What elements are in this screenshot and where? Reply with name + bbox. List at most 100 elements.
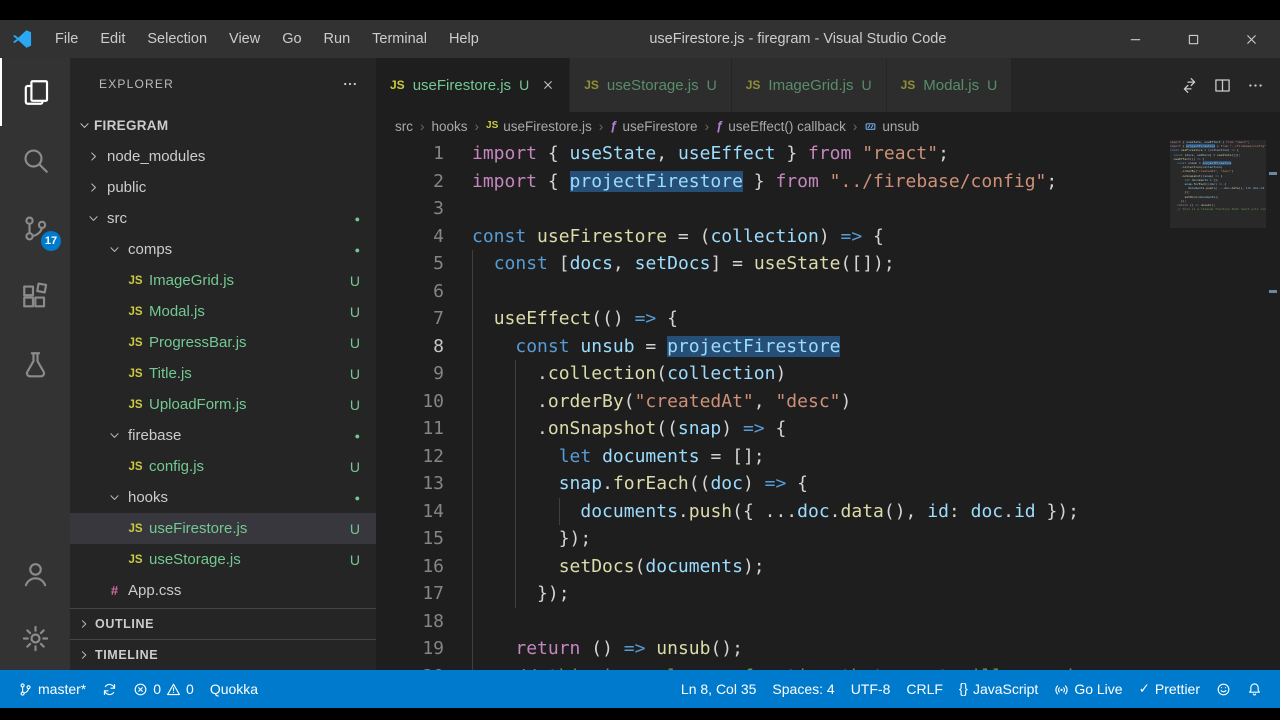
line-number[interactable]: 12 xyxy=(376,443,472,471)
tree-item-src[interactable]: src● xyxy=(70,203,376,234)
code-line-1[interactable]: 1import { useState, useEffect } from "re… xyxy=(376,140,1170,168)
line-number[interactable]: 10 xyxy=(376,388,472,416)
status-indentation[interactable]: Spaces: 4 xyxy=(764,670,842,708)
section-timeline[interactable]: TIMELINE xyxy=(70,639,376,670)
status-sync[interactable] xyxy=(94,670,125,708)
tree-item-config-js[interactable]: JSconfig.jsU xyxy=(70,451,376,482)
status-language-mode[interactable]: {}JavaScript xyxy=(951,670,1046,708)
status-quokka[interactable]: Quokka xyxy=(202,670,266,708)
code-line-4[interactable]: 4const useFirestore = (collection) => { xyxy=(376,223,1170,251)
menu-edit[interactable]: Edit xyxy=(89,31,136,47)
menu-selection[interactable]: Selection xyxy=(136,31,218,47)
line-number[interactable]: 14 xyxy=(376,498,472,526)
activity-extensions[interactable] xyxy=(0,262,70,330)
tree-item-public[interactable]: public xyxy=(70,172,376,203)
activity-source-control[interactable]: 17 xyxy=(0,194,70,262)
more-actions-icon[interactable] xyxy=(1247,77,1264,94)
code-line-7[interactable]: 7 useEffect(() => { xyxy=(376,305,1170,333)
code-line-18[interactable]: 18 xyxy=(376,608,1170,636)
status-problems[interactable]: 00 xyxy=(125,670,202,708)
line-number[interactable]: 5 xyxy=(376,250,472,278)
line-number[interactable]: 20 xyxy=(376,663,472,671)
breadcrumb-item[interactable]: ƒuseEffect() callback xyxy=(716,119,846,134)
tree-item-comps[interactable]: comps● xyxy=(70,234,376,265)
menu-file[interactable]: File xyxy=(44,31,89,47)
menu-run[interactable]: Run xyxy=(313,31,362,47)
minimap[interactable]: import { useState, useEffect } from "rea… xyxy=(1170,140,1266,670)
tree-item-node-modules[interactable]: node_modules xyxy=(70,141,376,172)
tree-item-app-css[interactable]: #App.css xyxy=(70,575,376,606)
line-number[interactable]: 3 xyxy=(376,195,472,223)
code-line-20[interactable]: 20 // this is a cleanup function that re… xyxy=(376,663,1170,671)
code-line-14[interactable]: 14 documents.push({ ...doc.data(), id: d… xyxy=(376,498,1170,526)
line-number[interactable]: 15 xyxy=(376,525,472,553)
code-line-6[interactable]: 6 xyxy=(376,278,1170,306)
code-line-8[interactable]: 8 const unsub = projectFirestore xyxy=(376,333,1170,361)
tree-item-modal-js[interactable]: JSModal.jsU xyxy=(70,296,376,327)
code-line-13[interactable]: 13 snap.forEach((doc) => { xyxy=(376,470,1170,498)
tab-usestorage-js[interactable]: JSuseStorage.jsU xyxy=(570,58,731,112)
code-line-12[interactable]: 12 let documents = []; xyxy=(376,443,1170,471)
tab-modal-js[interactable]: JSModal.jsU xyxy=(887,58,1012,112)
open-changes-icon[interactable] xyxy=(1181,77,1198,94)
breadcrumb-item[interactable]: hooks xyxy=(432,119,468,134)
editor-scrollbar[interactable] xyxy=(1266,140,1280,670)
more-actions-icon[interactable] xyxy=(342,76,358,92)
breadcrumb-item[interactable]: unsub xyxy=(864,119,919,134)
line-number[interactable]: 13 xyxy=(376,470,472,498)
line-number[interactable]: 1 xyxy=(376,140,472,168)
line-number[interactable]: 19 xyxy=(376,635,472,663)
close-button[interactable] xyxy=(1222,20,1280,58)
breadcrumb-item[interactable]: ƒuseFirestore xyxy=(610,119,697,134)
code-line-19[interactable]: 19 return () => unsub(); xyxy=(376,635,1170,663)
menu-terminal[interactable]: Terminal xyxy=(361,31,438,47)
line-number[interactable]: 11 xyxy=(376,415,472,443)
menu-help[interactable]: Help xyxy=(438,31,490,47)
minimize-button[interactable] xyxy=(1106,20,1164,58)
code-area[interactable]: 1import { useState, useEffect } from "re… xyxy=(376,140,1170,670)
close-tab-icon[interactable] xyxy=(541,78,555,92)
status-git-branch[interactable]: master* xyxy=(10,670,94,708)
code-line-5[interactable]: 5 const [docs, setDocs] = useState([]); xyxy=(376,250,1170,278)
line-number[interactable]: 6 xyxy=(376,278,472,306)
breadcrumb-item[interactable]: src xyxy=(395,119,413,134)
code-line-2[interactable]: 2import { projectFirestore } from "../fi… xyxy=(376,168,1170,196)
menu-go[interactable]: Go xyxy=(271,31,312,47)
line-number[interactable]: 17 xyxy=(376,580,472,608)
status-prettier[interactable]: ✓Prettier xyxy=(1131,670,1208,708)
activity-accounts[interactable] xyxy=(0,542,70,606)
editor[interactable]: 1 import { useState, useEffect } from "re… xyxy=(376,140,1280,670)
split-editor-icon[interactable] xyxy=(1214,77,1231,94)
line-number[interactable]: 4 xyxy=(376,223,472,251)
tab-usefirestore-js[interactable]: JSuseFirestore.jsU xyxy=(376,58,569,112)
status-feedback[interactable] xyxy=(1208,670,1239,708)
minimap-slider[interactable] xyxy=(1170,140,1266,228)
code-line-15[interactable]: 15 }); xyxy=(376,525,1170,553)
tree-item-hooks[interactable]: hooks● xyxy=(70,482,376,513)
tab-imagegrid-js[interactable]: JSImageGrid.jsU xyxy=(732,58,886,112)
tree-item-uploadform-js[interactable]: JSUploadForm.jsU xyxy=(70,389,376,420)
tree-item-title-js[interactable]: JSTitle.jsU xyxy=(70,358,376,389)
code-line-17[interactable]: 17 }); xyxy=(376,580,1170,608)
code-line-11[interactable]: 11 .onSnapshot((snap) => { xyxy=(376,415,1170,443)
line-number[interactable]: 7 xyxy=(376,305,472,333)
breadcrumb-item[interactable]: JSuseFirestore.js xyxy=(486,119,592,134)
status-encoding[interactable]: UTF-8 xyxy=(843,670,899,708)
section-outline[interactable]: OUTLINE xyxy=(70,608,376,639)
code-line-16[interactable]: 16 setDocs(documents); xyxy=(376,553,1170,581)
workspace-root[interactable]: FIREGRAM xyxy=(70,110,376,141)
activity-explorer[interactable] xyxy=(0,58,70,126)
tree-item-firebase[interactable]: firebase● xyxy=(70,420,376,451)
tree-item-usestorage-js[interactable]: JSuseStorage.jsU xyxy=(70,544,376,575)
line-number[interactable]: 18 xyxy=(376,608,472,636)
status-eol[interactable]: CRLF xyxy=(898,670,951,708)
tree-item-progressbar-js[interactable]: JSProgressBar.jsU xyxy=(70,327,376,358)
activity-settings[interactable] xyxy=(0,606,70,670)
line-number[interactable]: 16 xyxy=(376,553,472,581)
line-number[interactable]: 2 xyxy=(376,168,472,196)
status-cursor-position[interactable]: Ln 8, Col 35 xyxy=(673,670,765,708)
code-line-10[interactable]: 10 .orderBy("createdAt", "desc") xyxy=(376,388,1170,416)
line-number[interactable]: 9 xyxy=(376,360,472,388)
status-notifications[interactable] xyxy=(1239,670,1270,708)
activity-testing[interactable] xyxy=(0,330,70,398)
